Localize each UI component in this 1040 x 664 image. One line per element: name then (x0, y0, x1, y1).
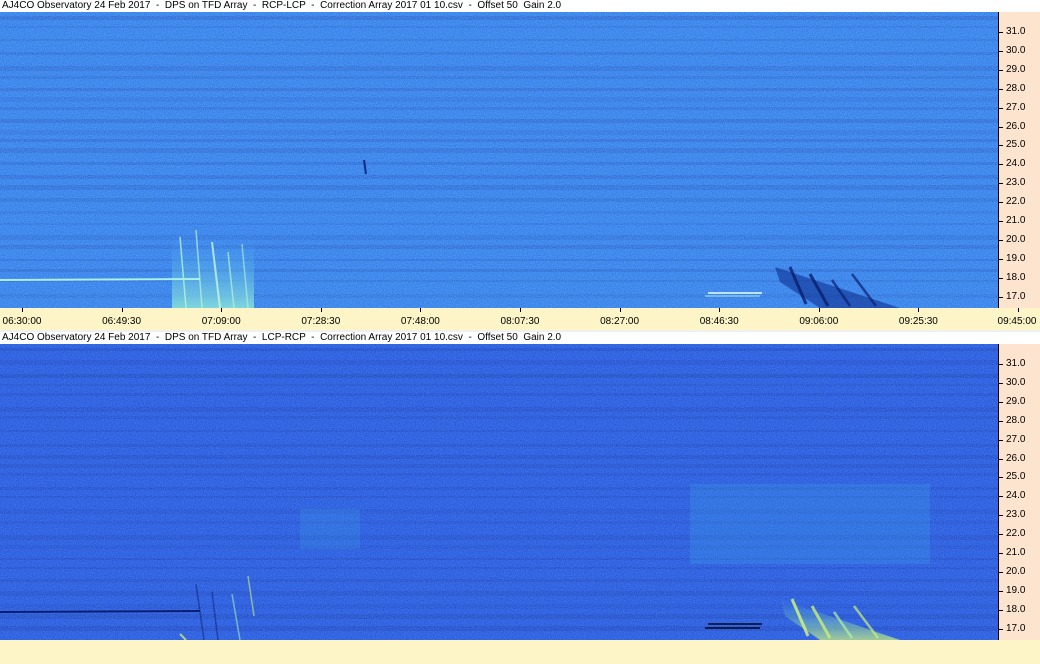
freq-label: 31.0 (1006, 26, 1026, 37)
freq-tick (999, 277, 1003, 279)
time-label: 09:45:00 (997, 316, 1037, 327)
spectrogram-top-canvas (0, 12, 998, 308)
freq-label: 21.0 (1006, 215, 1026, 226)
freq-tick (999, 32, 1003, 33)
freq-tick (999, 258, 1003, 260)
interference-line-bottom (0, 610, 201, 613)
time-tick (22, 308, 23, 312)
freq-label: 23.0 (1006, 177, 1026, 189)
freq-tick (999, 439, 1003, 441)
freq-tick (999, 69, 1003, 71)
freq-label: 27.0 (1006, 433, 1026, 445)
spectrogram-bottom-canvas (0, 344, 998, 640)
freq-tick (999, 202, 1003, 204)
freq-tick (999, 628, 1003, 630)
time-tick (320, 308, 322, 312)
freq-label: 25.0 (1006, 139, 1026, 151)
freq-label: 18.0 (1006, 603, 1026, 615)
freq-tick (999, 164, 1003, 166)
freq-tick (999, 364, 1003, 365)
panel-title-bottom: AJ4CO Observatory 24 Feb 2017 - DPS on T… (0, 332, 1040, 344)
freq-label: 19.0 (1006, 584, 1026, 596)
time-tick (221, 308, 223, 312)
panel-title-top: AJ4CO Observatory 24 Feb 2017 - DPS on T… (0, 0, 1040, 12)
spectrogram-panel-top: AJ4CO Observatory 24 Feb 2017 - DPS on T… (0, 0, 1040, 330)
freq-tick (999, 590, 1003, 592)
status-bar (0, 640, 1040, 664)
time-label: 08:07:30 (500, 316, 540, 327)
time-label: 09:06:00 (799, 316, 839, 327)
spectrogram-top-noise (0, 12, 998, 308)
time-tick (520, 308, 521, 312)
time-label: 07:48:00 (400, 316, 440, 327)
freq-label: 24.0 (1006, 490, 1026, 502)
time-tick (619, 308, 621, 312)
freq-label: 29.0 (1006, 395, 1026, 407)
time-label: 06:30:00 (2, 316, 42, 327)
spectrogram-top[interactable] (0, 12, 998, 308)
freq-label: 20.0 (1006, 565, 1026, 577)
time-label: 08:27:00 (600, 316, 640, 327)
freq-label: 20.0 (1006, 233, 1026, 245)
burst-region-left-top (172, 229, 254, 308)
freq-label: 30.0 (1006, 376, 1026, 388)
freq-label: 27.0 (1006, 101, 1026, 113)
freq-label: 18.0 (1006, 271, 1026, 283)
time-label: 09:25:30 (898, 316, 938, 327)
spectrogram-panel-bottom: AJ4CO Observatory 24 Feb 2017 - DPS on T… (0, 332, 1040, 640)
freq-label: 29.0 (1006, 63, 1026, 75)
freq-tick (999, 496, 1003, 498)
freq-tick (999, 107, 1003, 109)
freq-tick (999, 477, 1003, 479)
freq-label: 26.0 (1006, 452, 1026, 464)
freq-tick (999, 553, 1003, 554)
time-tick (918, 308, 920, 312)
freq-label: 19.0 (1006, 252, 1026, 264)
freq-tick (999, 571, 1003, 573)
freq-label: 21.0 (1006, 547, 1026, 558)
time-label: 06:49:30 (102, 316, 142, 327)
time-label: 07:09:00 (201, 316, 241, 327)
freq-tick (999, 382, 1003, 384)
frequency-axis-top: 31.0 30.0 29.0 28.0 27.0 26.0 25.0 24.0 23.0 22.0… (998, 12, 1040, 308)
freq-tick (999, 534, 1003, 536)
interference-line-top (0, 278, 201, 281)
freq-tick (999, 88, 1003, 90)
freq-label: 17.0 (1006, 290, 1026, 302)
spectrogram-bottom[interactable] (0, 344, 998, 640)
freq-label: 26.0 (1006, 120, 1026, 132)
freq-tick (999, 183, 1003, 185)
time-tick (1018, 308, 1019, 312)
freq-label: 28.0 (1006, 414, 1026, 426)
freq-label: 30.0 (1006, 44, 1026, 56)
time-label: 08:46:30 (699, 316, 739, 327)
freq-tick (999, 50, 1003, 52)
freq-label: 24.0 (1006, 158, 1026, 170)
freq-label: 28.0 (1006, 82, 1026, 94)
freq-tick (999, 221, 1003, 222)
freq-tick (999, 239, 1003, 241)
time-tick (818, 308, 820, 312)
freq-tick (999, 126, 1003, 128)
freq-label: 17.0 (1006, 622, 1026, 634)
freq-label: 22.0 (1006, 196, 1026, 208)
freq-label: 22.0 (1006, 528, 1026, 540)
time-tick (121, 308, 123, 312)
freq-tick (999, 515, 1003, 517)
freq-label: 23.0 (1006, 509, 1026, 521)
freq-tick (999, 458, 1003, 460)
freq-tick (999, 145, 1003, 147)
freq-tick (999, 296, 1003, 298)
frequency-axis-bottom: 31.0 30.0 29.0 28.0 27.0 26.0 25.0 24.0 23.0 22.0… (998, 344, 1040, 640)
time-tick (719, 308, 721, 312)
freq-label: 31.0 (1006, 358, 1026, 369)
time-axis: 06:30:00 06:49:30 07:09:00 07:28:30 07:48:00… (0, 308, 1040, 330)
freq-tick (999, 401, 1003, 403)
freq-tick (999, 609, 1003, 611)
freq-label: 25.0 (1006, 471, 1026, 483)
time-label: 07:28:30 (301, 316, 341, 327)
time-tick (420, 308, 422, 312)
freq-tick (999, 420, 1003, 422)
